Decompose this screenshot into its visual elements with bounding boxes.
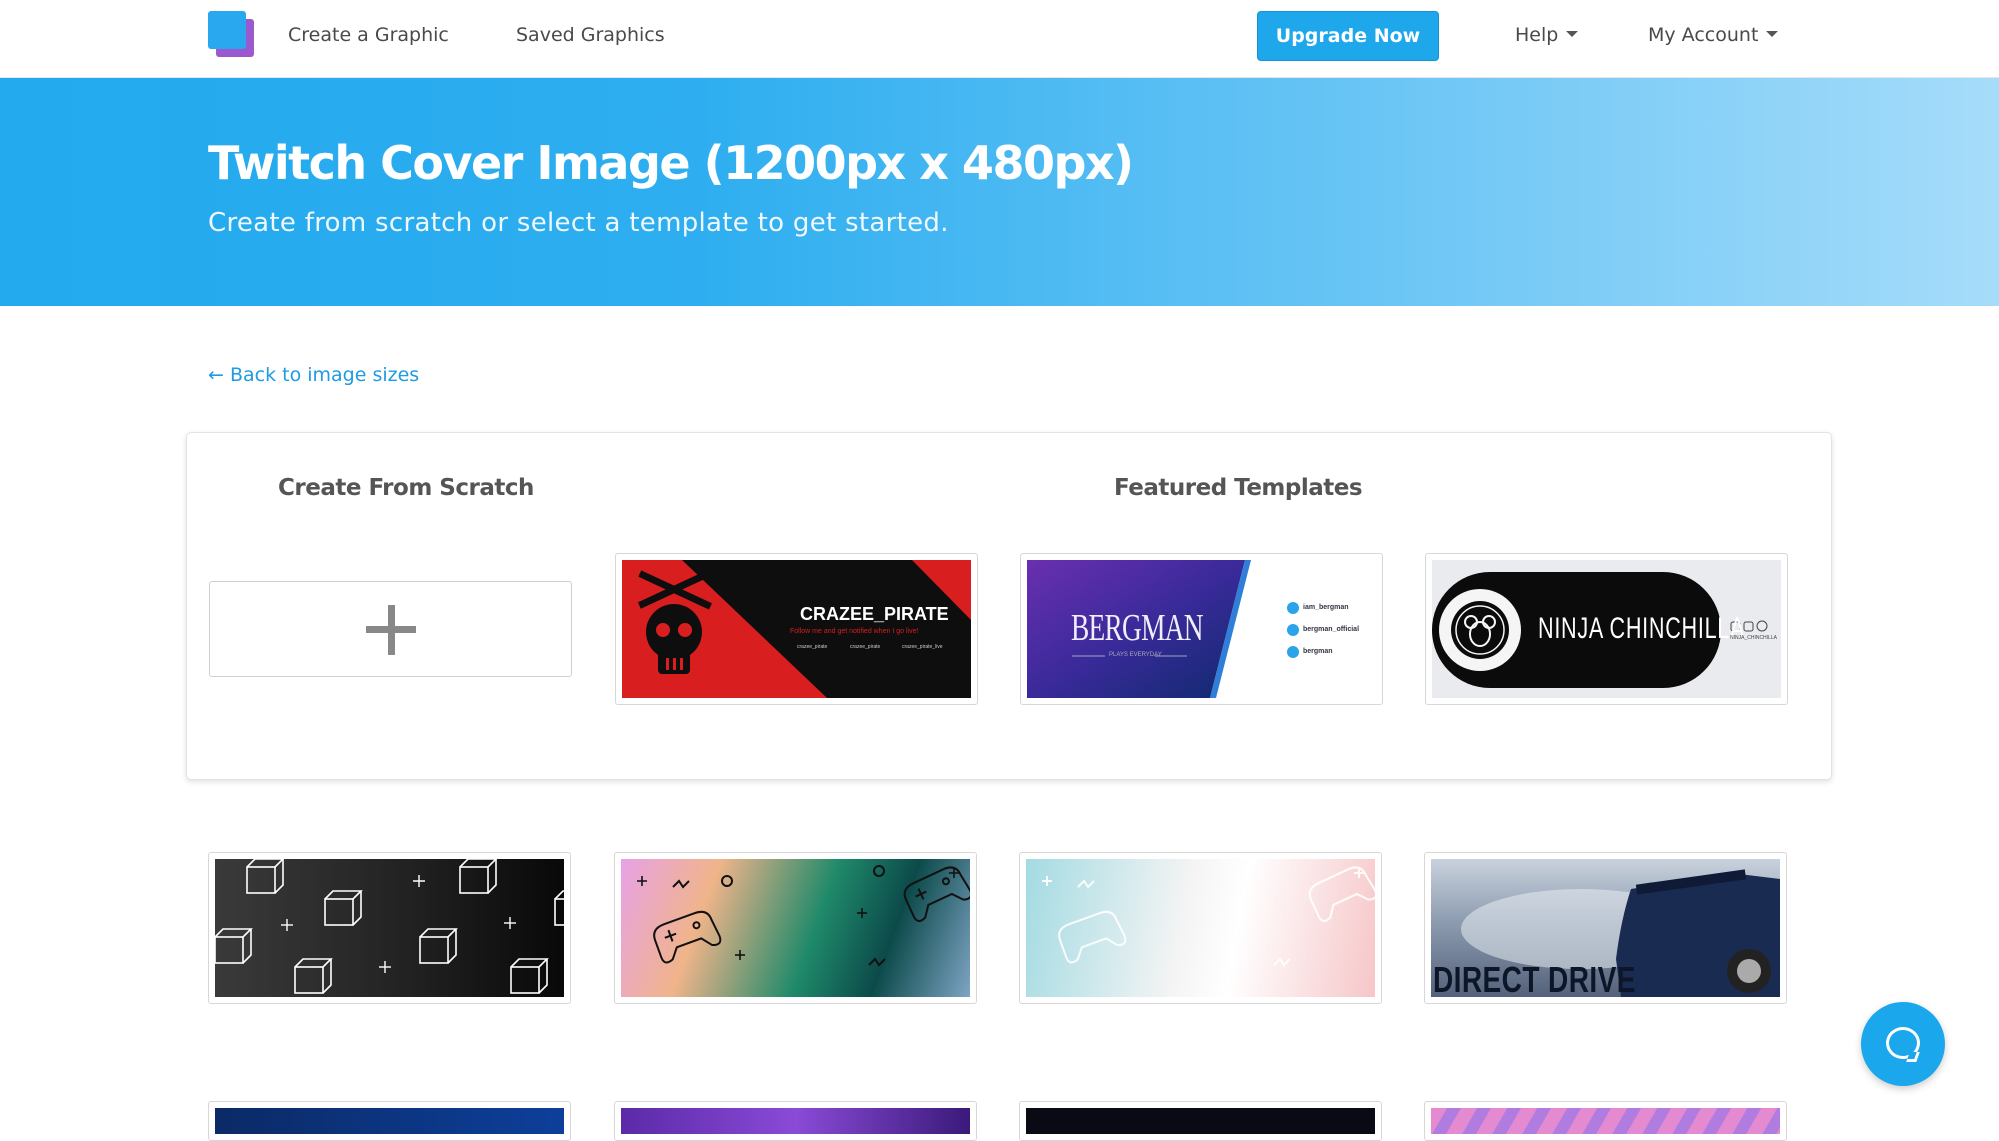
- nav-help-label: Help: [1515, 24, 1559, 46]
- nav-my-account-label: My Account: [1648, 24, 1759, 46]
- create-from-scratch-heading: Create From Scratch: [278, 475, 534, 501]
- template-preview: NINJA CHINCHILLA NINJA_CHINCHILLA: [1432, 560, 1781, 698]
- ninja-name: NINJA CHINCHILLA: [1538, 612, 1746, 645]
- bergman-tagline: PLAYS EVERYDAY: [1109, 652, 1162, 658]
- template-bergman[interactable]: BERGMAN PLAYS EVERYDAY iam_bergman bergm…: [1020, 553, 1383, 705]
- template-art: [1042, 866, 1375, 967]
- nav-create-graphic[interactable]: Create a Graphic: [288, 24, 449, 46]
- back-to-image-sizes-link[interactable]: ← Back to image sizes: [208, 364, 419, 386]
- template-crazee-pirate[interactable]: CRAZEE_PIRATE Follow me and get notified…: [615, 553, 978, 705]
- upgrade-now-button[interactable]: Upgrade Now: [1257, 11, 1439, 61]
- template-pink-stripes[interactable]: [1424, 1101, 1787, 1141]
- templates-card: Create From Scratch Featured Templates C…: [186, 432, 1832, 780]
- template-preview: [215, 1108, 564, 1134]
- chevron-down-icon: [1766, 30, 1779, 37]
- page-subtitle: Create from scratch or select a template…: [208, 208, 949, 238]
- template-pastel-controllers[interactable]: [1019, 852, 1382, 1004]
- nav-my-account-dropdown[interactable]: My Account: [1648, 24, 1779, 46]
- ninja-handle: NINJA_CHINCHILLA: [1730, 635, 1777, 641]
- bergman-handle-2: bergman_official: [1303, 626, 1360, 633]
- bergman-handle-3: bergman: [1303, 648, 1333, 655]
- template-preview: [1431, 1108, 1780, 1134]
- template-ninja-chinchilla[interactable]: NINJA CHINCHILLA NINJA_CHINCHILLA: [1425, 553, 1788, 705]
- page-title: Twitch Cover Image (1200px x 480px): [208, 136, 1134, 190]
- template-preview: [621, 1108, 970, 1134]
- crazee-handle-1: crazee_pirate: [797, 644, 828, 650]
- template-art: [637, 865, 970, 967]
- featured-templates-heading: Featured Templates: [1114, 475, 1363, 501]
- plus-icon-vertical: [388, 605, 395, 655]
- template-dark-cubes[interactable]: [208, 852, 571, 1004]
- template-dark-space[interactable]: [1019, 1101, 1382, 1141]
- template-preview: [621, 859, 970, 997]
- template-preview: [215, 859, 564, 997]
- template-direct-drive[interactable]: DIRECT DRIVE: [1424, 852, 1787, 1004]
- drive-name: DIRECT DRIVE: [1433, 959, 1636, 997]
- crazee-handle-3: crazee_pirate_live: [902, 644, 943, 650]
- bergman-handle-1: iam_bergman: [1303, 604, 1349, 611]
- app-logo[interactable]: [208, 11, 254, 57]
- template-preview: BERGMAN PLAYS EVERYDAY iam_bergman bergm…: [1027, 560, 1376, 698]
- hero-banner: Twitch Cover Image (1200px x 480px) Crea…: [0, 78, 1999, 306]
- template-gradient-controllers[interactable]: [614, 852, 977, 1004]
- chevron-down-icon: [1566, 30, 1579, 37]
- template-purple-liquid[interactable]: [614, 1101, 977, 1141]
- chat-support-button[interactable]: [1861, 1002, 1945, 1086]
- crazee-tagline: Follow me and get notified when I go liv…: [790, 628, 919, 635]
- template-preview: [1026, 859, 1375, 997]
- template-preview: CRAZEE_PIRATE Follow me and get notified…: [622, 560, 971, 698]
- nav-help-dropdown[interactable]: Help: [1515, 24, 1579, 46]
- template-blue-tech[interactable]: [208, 1101, 571, 1141]
- crazee-handle-2: crazee_pirate: [850, 644, 881, 650]
- template-art: [215, 859, 564, 994]
- chat-bubble-tail: [1906, 1052, 1920, 1062]
- template-preview: DIRECT DRIVE: [1431, 859, 1780, 997]
- bergman-name: BERGMAN: [1071, 607, 1204, 649]
- nav-saved-graphics[interactable]: Saved Graphics: [516, 24, 665, 46]
- create-from-scratch-button[interactable]: [209, 581, 572, 677]
- crazee-name: CRAZEE_PIRATE: [800, 604, 949, 624]
- top-nav: Create a Graphic Saved Graphics Upgrade …: [0, 0, 1999, 78]
- logo-front-square: [208, 11, 246, 49]
- template-preview: [1026, 1108, 1375, 1134]
